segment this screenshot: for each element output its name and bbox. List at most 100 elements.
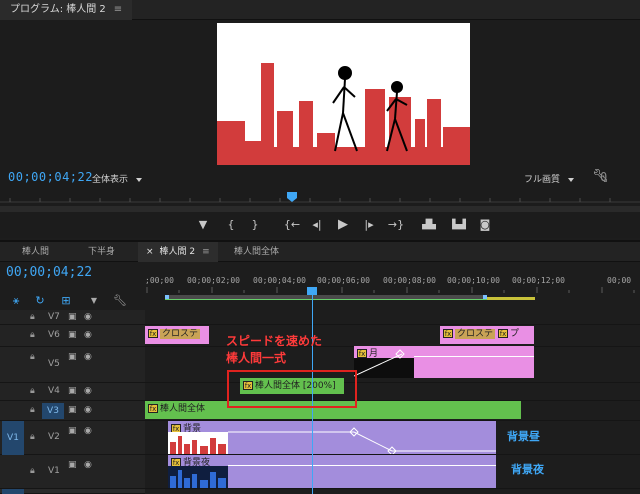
lock-icon[interactable]: 🔒︎ [30,466,35,476]
sync-lock-icon[interactable]: ▣ [68,460,77,470]
track-name: V5 [48,359,60,369]
track-header-v2: V1 🔒︎ V2 ▣ ◉ [0,421,145,455]
sync-lock-icon[interactable]: ▣ [68,352,77,362]
clip-label: クロステ [160,329,201,339]
eye-icon[interactable]: ◉ [84,352,92,362]
lock-icon[interactable]: 🔒︎ [30,352,35,362]
sync-lock-icon[interactable]: ▣ [68,312,77,322]
marker-icon[interactable]: ▼ [86,292,102,310]
program-tab[interactable]: プログラム: 棒人間 2 ≡ [0,0,133,20]
fx-icon: fx [443,329,453,338]
mark-out-button[interactable]: } [246,214,264,236]
play-button[interactable]: ▶ [334,214,352,236]
sync-lock-icon[interactable]: ▣ [68,386,77,396]
fx-icon: fx [148,404,158,413]
chevron-down-icon [568,177,575,182]
tab-bouninngen[interactable]: 棒人間 [22,242,49,262]
lock-icon[interactable]: 🔒︎ [30,312,35,322]
track-header-v3: 🔒︎ V3 ▣ ◉ [0,401,145,421]
video-preview [217,23,470,165]
timeline-timecode[interactable]: 00;00;04;22 [6,265,92,280]
lock-icon[interactable]: 🔒︎ [30,386,35,396]
close-icon[interactable]: × [146,247,154,257]
extract-button[interactable]: ▙▟ [448,214,470,236]
track-name: V4 [48,386,60,396]
wrench-icon[interactable]: 🔧︎ [112,292,128,310]
lock-icon[interactable]: 🔒︎ [30,330,35,340]
track-header-v1: 🔒︎ V1 ▣ ◉ [0,455,145,489]
lock-icon[interactable]: 🔒︎ [30,405,35,415]
program-tab-title: プログラム: 棒人間 2 [10,4,106,15]
track-name: V7 [48,312,60,322]
add-marker-button[interactable]: ▼ [194,214,212,236]
track-name: V1 [48,466,60,476]
step-forward-button[interactable]: |▸ [360,214,378,236]
clip-v1-bg-night[interactable]: fx 背景夜 [168,455,496,488]
step-back-button[interactable]: ◂| [308,214,326,236]
track-header-v5: 🔒︎ V5 ▣ ◉ [0,347,145,383]
eye-icon[interactable]: ◉ [84,330,92,340]
source-patch-v1[interactable]: V1 [2,421,24,455]
tab-kahanshin[interactable]: 下半身 [88,242,115,262]
go-to-in-button[interactable]: {← [282,214,302,236]
chevron-down-icon [136,177,143,182]
opacity-rubberband[interactable] [414,356,534,357]
track-lane-v6[interactable] [145,325,640,347]
tab-bouninngen-2[interactable]: × 棒人間 2 ≡ [138,242,218,262]
render-bar-yellow [487,297,535,300]
clip-thumbnail [168,466,228,488]
v1-opacity-rubberband[interactable] [228,465,496,466]
clip-label: クロステ [455,329,496,339]
fit-dropdown-value: 全体表示 [92,175,129,185]
go-to-out-button[interactable]: →} [386,214,406,236]
eye-icon[interactable]: ◉ [84,426,92,436]
annotation-bg-day: 背景昼 [507,430,540,443]
sync-lock-icon[interactable]: ▣ [68,426,77,436]
track-target-v3[interactable]: V3 [42,403,64,419]
clip-v6-cross-dissolve[interactable]: fx クロステ [145,326,209,344]
lift-button[interactable]: ▟▙ [418,214,440,236]
snap-icon[interactable]: ⚹ [8,292,24,310]
track-lane-v4[interactable] [145,383,640,401]
clip-v5-pink[interactable] [414,346,534,378]
program-playhead-icon [287,192,297,202]
clip-label: プ [510,329,520,339]
timeline-tools: ⚹ ↻ ⊞ ▼ 🔧︎ [0,292,145,310]
panel-menu-icon[interactable]: ≡ [114,4,122,15]
transport-controls: ▼ { } {← ◂| ▶ |▸ →} ▟▙ ▙▟ ◙ [0,214,640,236]
track-header-v7: 🔒︎ V7 ▣ ◉ [0,310,145,325]
timeline-playhead-handle[interactable] [307,287,317,295]
eye-icon[interactable]: ◉ [84,312,92,322]
fit-dropdown[interactable]: 全体表示 [92,172,143,185]
track-name: V6 [48,330,60,340]
tab-bouninngen-zentai[interactable]: 棒人間全体 [234,242,279,262]
eye-icon[interactable]: ◉ [84,386,92,396]
v5-keyframe-line [354,349,405,377]
eye-icon[interactable]: ◉ [84,405,92,415]
quality-dropdown[interactable]: フル画質 [524,172,575,185]
track-header-v4: 🔒︎ V4 ▣ ◉ [0,383,145,401]
sync-lock-icon[interactable]: ▣ [68,330,77,340]
nest-icon[interactable]: ⊞ [58,292,74,310]
annotation-speed-line2: 棒人間一式 [226,351,287,365]
track-lane-v7[interactable] [145,310,640,325]
clip-label: 棒人間全体 [160,404,206,414]
timeline-ruler[interactable]: ;00;00 00;00;02;00 00;00;04;00 00;00;06;… [145,262,640,300]
export-frame-button[interactable]: ◙ [476,214,494,236]
lock-icon[interactable]: 🔒︎ [30,432,35,442]
link-icon[interactable]: ↻ [32,292,48,310]
ruler-ticks [146,287,635,300]
source-patch-a1[interactable] [2,489,24,494]
program-duration-timecode: 0 [600,170,608,184]
clip-v6-cross-dissolve-2[interactable]: fx クロステ fx プ [440,326,534,344]
video-frame-image [217,63,470,165]
panel-menu-icon[interactable]: ≡ [202,247,210,257]
sync-lock-icon[interactable]: ▣ [68,405,77,415]
program-mini-ruler[interactable] [0,190,640,206]
mark-in-button[interactable]: { [222,214,240,236]
program-timecode[interactable]: 00;00;04;22 [8,170,93,184]
render-bar-green [165,299,487,300]
program-scrollbar[interactable] [0,206,640,212]
eye-icon[interactable]: ◉ [84,460,92,470]
thumb-city-night [170,470,226,488]
